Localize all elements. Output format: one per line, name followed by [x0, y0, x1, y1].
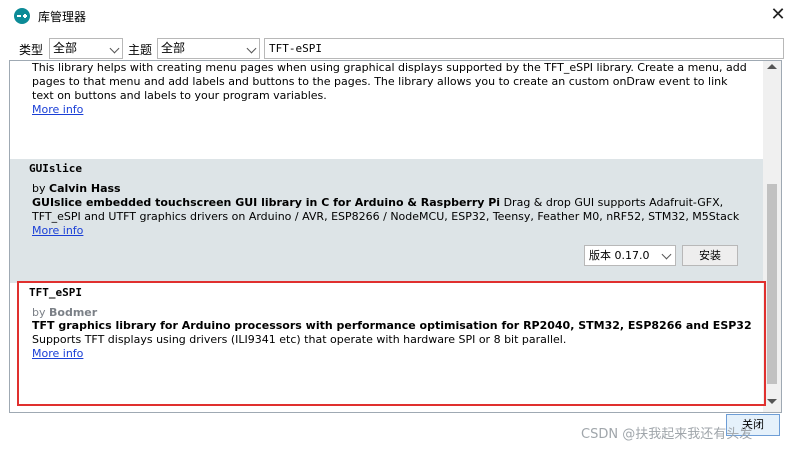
- list-item[interactable]: This library helps with creating menu pa…: [10, 61, 763, 149]
- more-info-link[interactable]: More info: [32, 347, 83, 361]
- chevron-down-icon: [246, 43, 257, 54]
- vertical-scrollbar[interactable]: [763, 61, 781, 412]
- window-title: 库管理器: [38, 10, 87, 24]
- library-name: GUIslice: [29, 162, 82, 175]
- library-description: This library helps with creating menu pa…: [32, 61, 747, 102]
- library-summary: TFT graphics library for Arduino process…: [32, 319, 752, 332]
- title-bar: 库管理器 ✕: [0, 0, 800, 32]
- author-name: Calvin Hass: [49, 182, 121, 195]
- library-name: TFT_eSPI: [29, 286, 82, 299]
- library-description: GUIslice embedded touchscreen GUI librar…: [32, 196, 752, 224]
- author-prefix: by: [32, 306, 49, 319]
- version-select[interactable]: 版本 0.17.0: [584, 245, 676, 266]
- filter-bar: 类型 全部 主题 全部 TFT-eSPI: [0, 36, 800, 60]
- scroll-down-icon[interactable]: [767, 399, 777, 404]
- row-separator: [10, 275, 763, 283]
- scrollbar-thumb[interactable]: [767, 184, 777, 384]
- chevron-down-icon: [109, 43, 120, 54]
- more-info-link[interactable]: More info: [32, 224, 83, 238]
- list-item[interactable]: TFT_eSPI by Bodmer TFT graphics library …: [10, 283, 763, 403]
- arduino-icon: [14, 8, 30, 24]
- install-button[interactable]: 安装: [682, 245, 738, 266]
- topic-label: 主题: [128, 43, 153, 57]
- type-label: 类型: [19, 43, 44, 57]
- author-prefix: by: [32, 182, 49, 195]
- library-list[interactable]: This library helps with creating menu pa…: [9, 60, 782, 413]
- version-select-value: 版本 0.17.0: [589, 249, 650, 262]
- chevron-down-icon: [661, 249, 672, 260]
- list-item[interactable]: GUIslice by Calvin Hass GUIslice embedde…: [10, 159, 763, 275]
- scroll-up-icon[interactable]: [767, 64, 777, 69]
- more-info-link[interactable]: More info: [32, 103, 83, 117]
- topic-select-value: 全部: [161, 41, 186, 55]
- close-icon[interactable]: ✕: [765, 3, 791, 29]
- library-author: by Calvin Hass: [32, 182, 121, 196]
- search-input[interactable]: TFT-eSPI: [264, 38, 784, 59]
- type-select-value: 全部: [53, 41, 78, 55]
- topic-select[interactable]: 全部: [157, 38, 260, 59]
- library-details: Supports TFT displays using drivers (ILI…: [32, 333, 567, 346]
- watermark: CSDN @扶我起来我还有头发: [581, 427, 753, 442]
- library-description: TFT graphics library for Arduino process…: [32, 319, 752, 347]
- author-name: Bodmer: [49, 306, 98, 319]
- library-summary: GUIslice embedded touchscreen GUI librar…: [32, 196, 501, 209]
- type-select[interactable]: 全部: [49, 38, 123, 59]
- library-author: by Bodmer: [32, 306, 97, 320]
